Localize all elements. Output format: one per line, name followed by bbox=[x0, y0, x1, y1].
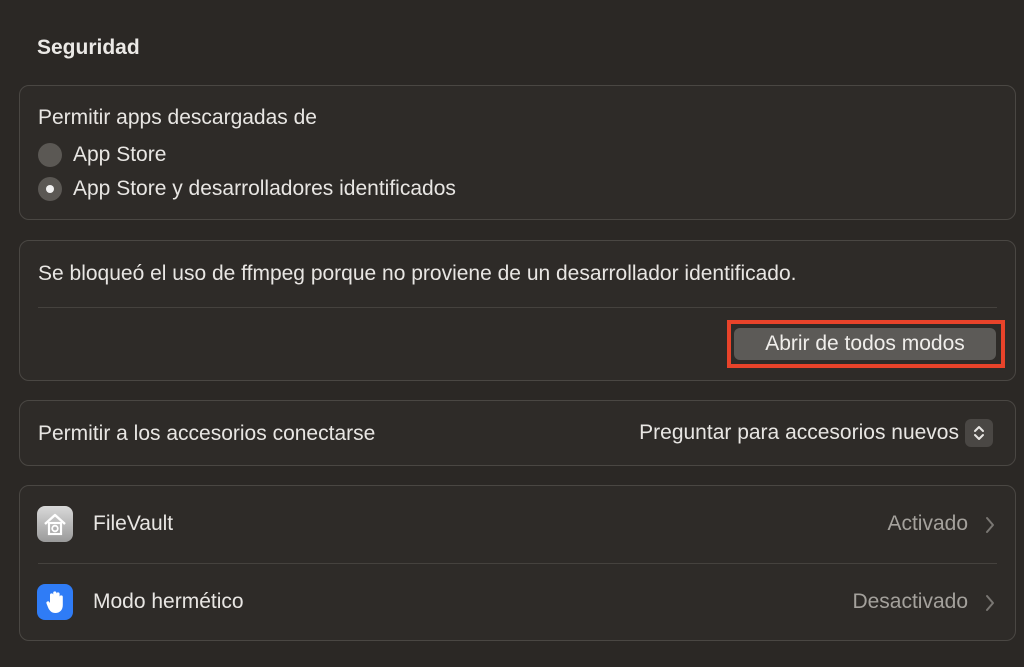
blocked-message: Se bloqueó el uso de ffmpeg porque no pr… bbox=[38, 262, 797, 285]
lockdown-mode-label: Modo hermético bbox=[93, 590, 244, 613]
chevron-right-icon bbox=[986, 595, 994, 611]
up-down-chevron-icon[interactable] bbox=[965, 419, 993, 447]
open-anyway-button[interactable]: Abrir de todos modos bbox=[734, 328, 996, 360]
accessories-popup[interactable]: Preguntar para accesorios nuevos bbox=[639, 419, 993, 447]
filevault-row[interactable]: FileVault Activado bbox=[20, 486, 1015, 564]
filevault-label: FileVault bbox=[93, 512, 174, 535]
accessories-selected-value: Preguntar para accesorios nuevos bbox=[639, 421, 959, 444]
lockdown-mode-status: Desactivado bbox=[852, 590, 968, 613]
radio-label: App Store bbox=[73, 143, 167, 166]
radio-button-unchecked[interactable] bbox=[38, 143, 62, 167]
downloads-heading: Permitir apps descargadas de bbox=[38, 106, 317, 129]
downloads-card: Permitir apps descargadas de App Store A… bbox=[19, 85, 1016, 220]
accessories-label: Permitir a los accesorios conectarse bbox=[38, 422, 376, 445]
section-title: Seguridad bbox=[37, 36, 140, 59]
blocked-app-card: Se bloqueó el uso de ffmpeg porque no pr… bbox=[19, 240, 1016, 381]
radio-app-store-identified[interactable]: App Store y desarrolladores identificado… bbox=[38, 176, 456, 202]
radio-label: App Store y desarrolladores identificado… bbox=[73, 177, 456, 200]
chevron-right-icon bbox=[986, 517, 994, 533]
radio-app-store[interactable]: App Store bbox=[38, 142, 166, 168]
lockdown-mode-row[interactable]: Modo hermético Desactivado bbox=[20, 564, 1015, 642]
features-card: FileVault Activado Modo hermético Desact… bbox=[19, 485, 1016, 641]
lockdown-hand-icon bbox=[37, 584, 73, 620]
filevault-status: Activado bbox=[887, 512, 968, 535]
divider bbox=[38, 307, 997, 308]
filevault-icon bbox=[37, 506, 73, 542]
accessories-card: Permitir a los accesorios conectarse Pre… bbox=[19, 400, 1016, 466]
radio-button-checked[interactable] bbox=[38, 177, 62, 201]
